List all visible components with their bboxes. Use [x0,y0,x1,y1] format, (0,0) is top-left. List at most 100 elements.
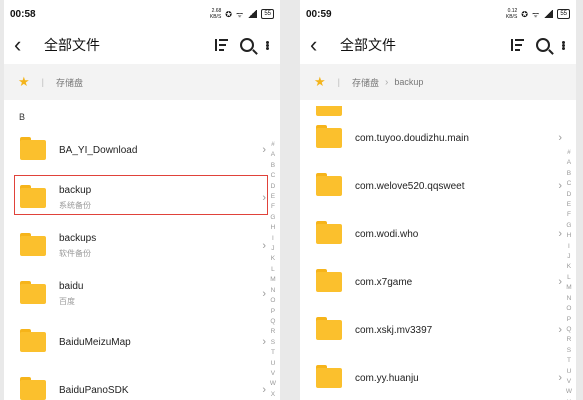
item-name: com.tuyoo.doudizhu.main [355,132,469,144]
index-letter[interactable]: U [271,359,276,369]
file-list: BA_YI_Download › backup 系统备份 › backups 软… [4,126,280,400]
index-letter[interactable]: T [567,356,571,366]
alarm-icon: ✪ [225,9,232,19]
list-item[interactable]: com.welove520.qqsweet › [300,162,576,210]
index-letter[interactable]: D [271,182,276,192]
back-arrow-icon[interactable]: ‹ [310,34,334,56]
sort-icon[interactable] [214,39,228,51]
index-letter[interactable]: V [567,377,571,387]
index-letter[interactable]: H [567,231,572,241]
index-letter[interactable]: S [271,338,275,348]
folder-icon [316,173,342,196]
index-letter[interactable]: B [271,161,275,171]
index-letter[interactable]: K [271,254,275,264]
index-letter[interactable]: O [566,304,571,314]
index-letter[interactable]: C [271,171,276,181]
more-icon[interactable] [266,40,270,50]
list-item[interactable]: com.yy.huanju › [300,354,576,400]
list-item[interactable]: com.x7game › [300,258,576,306]
sort-icon[interactable] [510,39,524,51]
index-letter[interactable]: I [272,234,274,244]
index-letter[interactable]: G [270,213,275,223]
list-item[interactable]: com.tuyoo.doudizhu.main › [300,114,576,162]
list-item[interactable]: baidu 百度 › [4,270,280,318]
index-letter[interactable]: P [271,307,275,317]
index-letter[interactable]: A [567,158,571,168]
breadcrumb-storage[interactable]: 存储盘 [56,76,83,89]
list-item[interactable]: backups 软件备份 › [4,222,280,270]
breadcrumb-storage[interactable]: 存储盘 [352,76,379,89]
index-letter[interactable]: B [567,169,571,179]
chevron-right-icon: › [262,192,266,204]
index-letter[interactable]: K [567,262,571,272]
index-letter[interactable]: D [567,190,572,200]
index-letter[interactable]: R [567,335,572,345]
more-icon[interactable] [562,40,566,50]
star-icon[interactable]: ★ [314,74,326,90]
chevron-right-icon: › [262,288,266,300]
alphabet-index[interactable]: #ABCDEFGHIJKLMNOPQRSTUVWX [270,140,276,400]
index-letter[interactable]: S [567,346,571,356]
index-letter[interactable]: E [271,192,275,202]
search-icon[interactable] [240,38,254,52]
index-letter[interactable]: A [271,150,275,160]
index-letter[interactable]: R [271,327,276,337]
folder-icon [20,329,46,352]
index-letter[interactable]: T [271,348,275,358]
breadcrumb-backup[interactable]: backup [394,77,423,87]
index-letter[interactable]: F [271,202,275,212]
index-letter[interactable]: I [568,242,570,252]
search-icon[interactable] [536,38,550,52]
index-letter[interactable]: W [566,387,572,397]
breadcrumb: ★ | 存储盘 [4,64,280,100]
item-name: backup [59,185,92,196]
index-letter[interactable]: N [567,294,572,304]
alphabet-index[interactable]: #ABCDEFGHIJKLMNOPQRSTUVWX [566,148,572,400]
index-letter[interactable]: J [271,244,274,254]
index-letter[interactable]: C [567,179,572,189]
battery-icon: 55 [557,9,570,19]
item-name: BA_YI_Download [59,144,138,156]
star-icon[interactable]: ★ [18,74,30,90]
list-item[interactable]: com.xskj.mv3397 › [300,306,576,354]
chevron-right-icon: › [262,144,266,156]
item-name: com.yy.huanju [355,372,419,384]
index-letter[interactable]: U [567,367,572,377]
network-speed-unit: KB/S [505,14,518,20]
index-letter[interactable]: H [271,223,276,233]
folder-icon [316,317,342,340]
status-time: 00:58 [10,8,36,20]
index-letter[interactable]: L [271,265,275,275]
index-letter[interactable]: M [270,275,275,285]
index-letter[interactable]: X [271,390,275,400]
list-item[interactable]: com.wodi.who › [300,210,576,258]
back-arrow-icon[interactable]: ‹ [14,34,38,56]
index-letter[interactable]: M [566,283,571,293]
list-item[interactable]: BaiduMeizuMap › [4,318,280,366]
index-letter[interactable]: N [271,286,276,296]
list-item[interactable]: BA_YI_Download › [4,126,280,174]
folder-icon [316,221,342,244]
index-letter[interactable]: W [270,379,276,389]
index-letter[interactable]: V [271,369,275,379]
list-item[interactable]: backup 系统备份 › [4,174,280,222]
index-letter[interactable]: Q [566,325,571,335]
alarm-icon: ✪ [521,9,528,19]
index-letter[interactable]: J [567,252,570,262]
index-letter[interactable]: # [567,148,571,158]
index-letter[interactable]: Q [270,317,275,327]
index-letter[interactable]: F [567,210,571,220]
index-letter[interactable]: P [567,315,571,325]
index-letter[interactable]: L [567,273,571,283]
index-letter[interactable]: G [566,221,571,231]
chevron-right-icon: › [558,372,562,384]
index-letter[interactable]: # [271,140,275,150]
breadcrumb-divider: | [41,77,44,87]
page-title: 全部文件 [340,37,396,53]
list-item[interactable]: BaiduPanoSDK › [4,366,280,400]
index-letter[interactable]: O [270,296,275,306]
index-letter[interactable]: E [567,200,571,210]
folder-icon [316,269,342,292]
chevron-right-icon: › [262,240,266,252]
page-title: 全部文件 [44,37,100,53]
